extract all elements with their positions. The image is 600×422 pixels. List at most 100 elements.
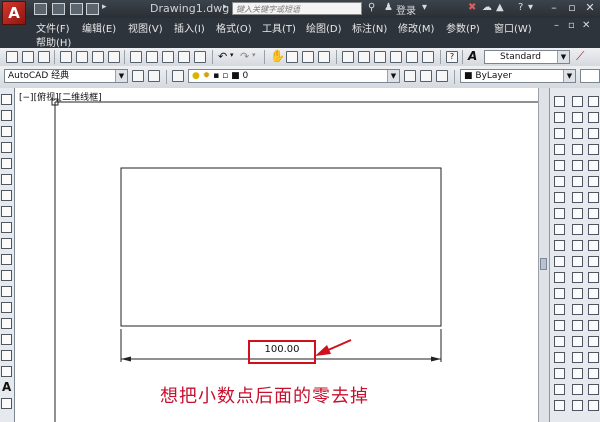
trim-icon[interactable] [572,240,583,251]
osnap-parallel-icon[interactable] [588,224,599,235]
exchange-icon[interactable]: ✖ [468,2,476,13]
plot-preview-icon[interactable] [76,51,88,63]
osnap-intersection-icon[interactable] [588,144,599,155]
osnap-endpoint-icon[interactable] [588,112,599,123]
text-style-select[interactable]: Standard ▼ [484,50,570,64]
menu-view[interactable]: 视图(V) [128,20,163,35]
osnap-3d-icon[interactable] [588,400,599,411]
match-properties-icon[interactable] [178,51,190,63]
quick-dimension-icon[interactable] [554,224,565,235]
3d-dwf-icon[interactable] [108,51,120,63]
draw-order-icon[interactable] [572,384,583,395]
ordinate-icon[interactable] [554,144,565,155]
dimension-space-icon[interactable] [554,272,565,283]
menu-parameters[interactable]: 参数(P) [446,20,480,35]
doc-minimize-button[interactable]: – [554,20,559,31]
ellipse-arc-icon[interactable] [1,254,12,265]
menu-tools[interactable]: 工具(T) [262,20,296,35]
search-input[interactable]: 键入关键字或短语 [232,2,362,15]
break-icon[interactable] [572,288,583,299]
explode-icon[interactable] [572,368,583,379]
menu-draw[interactable]: 绘图(D) [306,20,342,35]
revision-cloud-icon[interactable] [1,206,12,217]
pan-icon[interactable]: ✋ [270,49,285,63]
osnap-node-icon[interactable] [588,256,599,267]
make-current-layer-icon[interactable] [404,70,416,82]
user-icon[interactable]: ♟ [384,2,393,13]
help-toolbar-icon[interactable]: ? [446,51,458,63]
spline-icon[interactable] [1,222,12,233]
osnap-temp-track-icon[interactable] [588,352,599,363]
osnap-mid-between-icon[interactable] [588,384,599,395]
scale-icon[interactable] [572,208,583,219]
tolerance-icon[interactable] [554,304,565,315]
rotate-icon[interactable] [572,192,583,203]
sheet-set-icon[interactable] [390,51,402,63]
menu-edit[interactable]: 编辑(E) [82,20,116,35]
tool-palettes-icon[interactable] [374,51,386,63]
array-icon[interactable] [572,160,583,171]
jogged-linear-icon[interactable] [554,352,565,363]
fillet-icon[interactable] [572,336,583,347]
menu-insert[interactable]: 插入(I) [174,20,205,35]
move-icon[interactable] [572,176,583,187]
workspace-select[interactable]: AutoCAD 经典 ▼ [4,69,128,83]
circle-icon[interactable] [1,190,12,201]
insert-block-icon[interactable] [1,270,12,281]
osnap-perpendicular-icon[interactable] [588,208,599,219]
inspection-icon[interactable] [554,336,565,347]
jogged-icon[interactable] [554,176,565,187]
table-icon[interactable] [1,366,12,377]
copy-icon[interactable] [146,51,158,63]
zoom-realtime-icon[interactable] [286,51,298,63]
new-file-icon[interactable] [34,3,47,15]
aligned-dimension-icon[interactable] [554,112,565,123]
application-menu-button[interactable]: A [2,1,26,25]
layer-state-icon[interactable] [436,70,448,82]
cut-icon[interactable] [130,51,142,63]
osnap-settings-icon[interactable] [588,304,599,315]
copy-modify-icon[interactable] [572,112,583,123]
mirror-icon[interactable] [572,128,583,139]
redo-dropdown-icon[interactable]: ▾ [252,51,256,59]
restore-button[interactable]: ▫ [564,1,580,15]
osnap-center-icon[interactable] [588,160,599,171]
doc-restore-button[interactable]: ▫ [568,20,575,31]
dimension-text[interactable]: 100.00 [255,344,309,355]
arc-icon[interactable] [1,174,12,185]
menu-help[interactable]: 帮助(H) [36,34,71,49]
block-editor-icon[interactable] [194,51,206,63]
polyline-icon[interactable] [1,126,12,137]
plot-icon[interactable] [60,51,72,63]
quickcalc-icon[interactable] [422,51,434,63]
osnap-from-icon[interactable] [588,368,599,379]
quick-access-more-icon[interactable]: ▸ [102,2,107,12]
paste-icon[interactable] [162,51,174,63]
community-icon[interactable]: ▲ [496,2,504,13]
osnap-tangent-icon[interactable] [588,192,599,203]
dimension-style-icon[interactable]: ⟋ [576,49,584,64]
menu-dimension[interactable]: 标注(N) [352,20,387,35]
stretch-icon[interactable] [572,224,583,235]
dimension-text-edit-icon[interactable] [554,384,565,395]
osnap-none-icon[interactable] [588,288,599,299]
hatch-icon[interactable] [1,318,12,329]
properties-icon[interactable] [342,51,354,63]
binoculars-icon[interactable]: ⚲ [368,2,375,13]
make-block-icon[interactable] [1,286,12,297]
open-file-icon[interactable] [52,3,65,15]
diameter-dimension-icon[interactable] [554,192,565,203]
menu-format[interactable]: 格式(O) [216,20,252,35]
ellipse-icon[interactable] [1,238,12,249]
undo-toolbar-icon[interactable]: ↶ [218,50,227,63]
undo-dropdown-icon[interactable]: ▾ [230,51,234,59]
publish-icon[interactable] [92,51,104,63]
osnap-icon[interactable] [588,96,599,107]
angular-dimension-icon[interactable] [554,208,565,219]
layer-previous-icon[interactable] [420,70,432,82]
baseline-icon[interactable] [554,240,565,251]
center-mark-icon[interactable] [554,320,565,331]
zoom-previous-icon[interactable] [318,51,330,63]
scrollbar-thumb[interactable] [540,258,547,270]
add-selected-icon[interactable] [1,398,12,409]
